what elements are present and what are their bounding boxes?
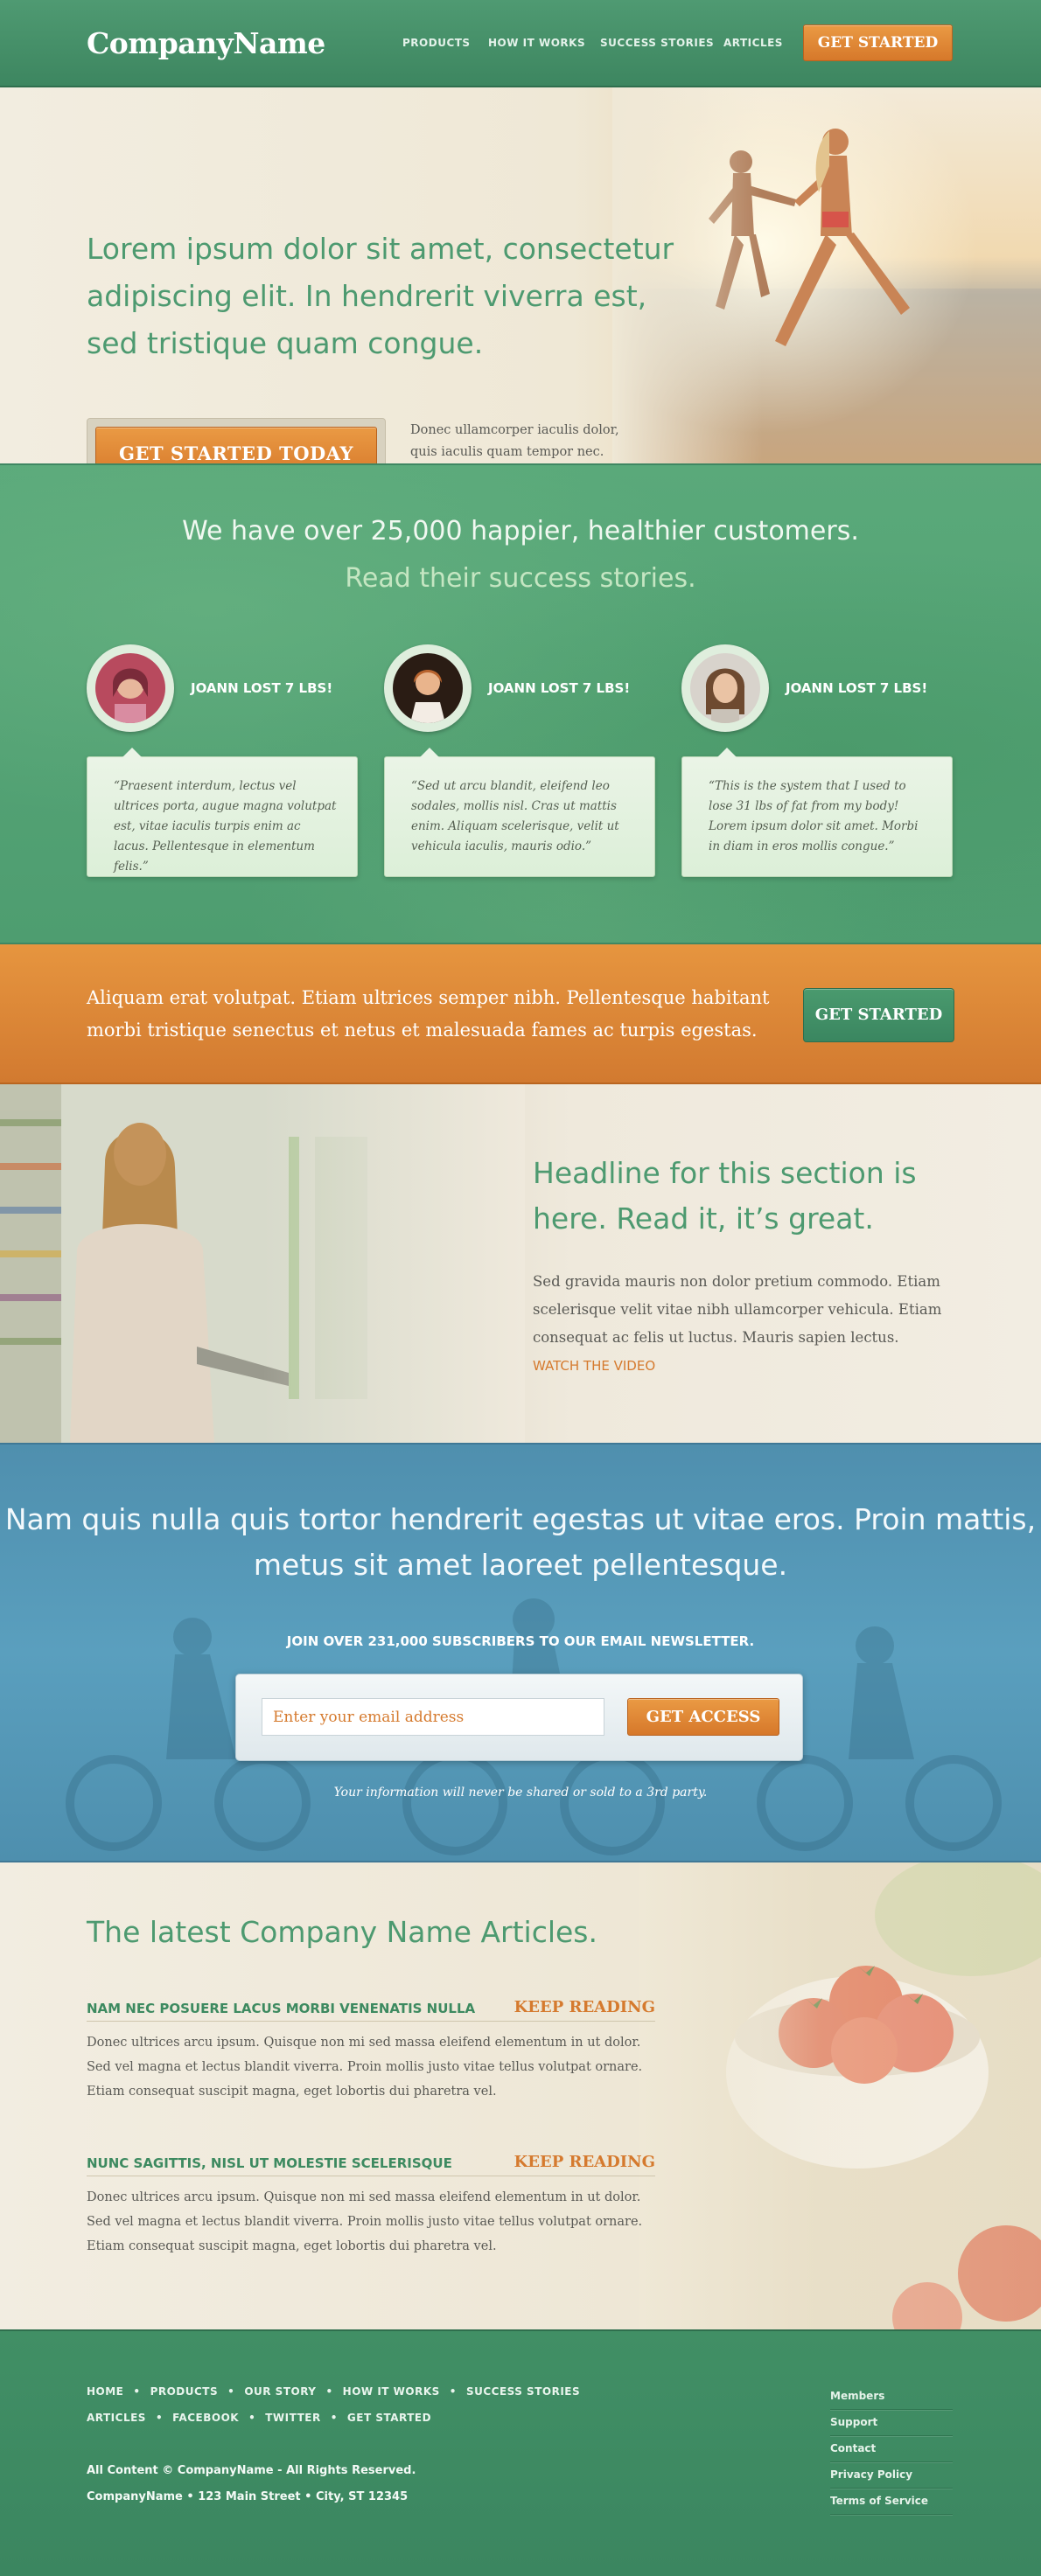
keep-reading-link[interactable]: KEEP READING <box>514 1998 655 2016</box>
footer-nav-products[interactable]: PRODUCTS <box>150 2385 219 2398</box>
nav-products[interactable]: PRODUCTS <box>402 37 471 49</box>
email-input[interactable] <box>262 1698 604 1736</box>
testimonial-1: JOANN LOST 7 LBS! “Praesent interdum, le… <box>87 644 358 877</box>
footer-nav-row-2: ARTICLES • FACEBOOK • TWITTER • GET STARTED <box>87 2412 431 2424</box>
separator: • <box>133 2385 141 2398</box>
newsletter-subtitle: JOIN OVER 231,000 SUBSCRIBERS TO OUR EMA… <box>286 1633 755 1649</box>
testimonials-heading: We have over 25,000 happier, healthier c… <box>182 516 859 547</box>
separator: • <box>330 2412 338 2424</box>
avatar-ring <box>681 644 769 732</box>
hero-section: Lorem ipsum dolor sit amet, consectetur … <box>0 87 1041 463</box>
cta-band: Aliquam erat volutpat. Etiam ultrices se… <box>0 944 1041 1084</box>
testimonial-name: JOANN LOST 7 LBS! <box>786 680 928 696</box>
articles-section: The latest Company Name Articles. NAM NE… <box>0 1862 1041 2329</box>
footer-nav-our-story[interactable]: OUR STORY <box>244 2385 316 2398</box>
articles-heading: The latest Company Name Articles. <box>87 1915 597 1949</box>
article-excerpt: Donec ultrices arcu ipsum. Quisque non m… <box>87 2190 643 2253</box>
watch-video-link[interactable]: WATCH THE VIDEO <box>533 1358 655 1374</box>
article-title[interactable]: NUNC SAGITTIS, NISL UT MOLESTIE SCELERIS… <box>87 2155 452 2171</box>
newsletter-form: GET ACCESS <box>235 1674 803 1761</box>
testimonials-subheading: Read their success stories. <box>345 563 696 594</box>
separator: • <box>248 2412 256 2424</box>
avatar <box>690 653 760 723</box>
footer-nav-success-stories[interactable]: SUCCESS STORIES <box>466 2385 580 2398</box>
avatar-ring <box>384 644 472 732</box>
address: CompanyName • 123 Main Street • City, ST… <box>87 2490 409 2503</box>
separator: • <box>155 2412 164 2424</box>
footer-nav-how-it-works[interactable]: HOW IT WORKS <box>343 2385 440 2398</box>
keep-reading-link[interactable]: KEEP READING <box>514 2153 655 2171</box>
testimonials-section: We have over 25,000 happier, healthier c… <box>0 463 1041 944</box>
video-section: Headline for this section is here. Read … <box>0 1084 1041 1443</box>
article-header: NUNC SAGITTIS, NISL UT MOLESTIE SCELERIS… <box>87 2152 655 2176</box>
article-item: NAM NEC POSUERE LACUS MORBI VENENATIS NU… <box>87 1997 655 2104</box>
hero-headline: Lorem ipsum dolor sit amet, consectetur … <box>87 232 674 360</box>
footer-nav-home[interactable]: HOME <box>87 2385 123 2398</box>
logo[interactable]: CompanyName <box>87 26 325 60</box>
footer-link-contact[interactable]: Contact <box>830 2436 953 2462</box>
avatar <box>393 653 463 723</box>
hero-cta-frame: GET STARTED TODAY <box>87 418 386 463</box>
footer-nav-get-started[interactable]: GET STARTED <box>347 2412 431 2424</box>
article-title[interactable]: NAM NEC POSUERE LACUS MORBI VENENATIS NU… <box>87 2001 475 2016</box>
video-headline: Headline for this section is here. Read … <box>533 1156 917 1236</box>
nav-how-it-works[interactable]: HOW IT WORKS <box>488 37 585 49</box>
nav-success-stories[interactable]: SUCCESS STORIES <box>600 37 714 49</box>
get-access-button[interactable]: GET ACCESS <box>627 1698 779 1736</box>
footer-nav-facebook[interactable]: FACEBOOK <box>172 2412 239 2424</box>
testimonial-name: JOANN LOST 7 LBS! <box>488 680 631 696</box>
cta-band-text: Aliquam erat volutpat. Etiam ultrices se… <box>87 987 770 1041</box>
testimonial-3: JOANN LOST 7 LBS! “This is the system th… <box>681 644 953 877</box>
video-text: Sed gravida mauris non dolor pretium com… <box>533 1268 944 1380</box>
testimonial-card: “Sed ut arcu blandit, eleifend leo sodal… <box>384 748 655 877</box>
footer-link-support[interactable]: Support <box>830 2410 953 2436</box>
footer-link-members[interactable]: Members <box>830 2384 953 2410</box>
band-get-started-button[interactable]: GET STARTED <box>803 988 954 1042</box>
article-excerpt: Donec ultrices arcu ipsum. Quisque non m… <box>87 2036 643 2099</box>
get-started-today-button[interactable]: GET STARTED TODAY <box>95 427 377 463</box>
separator: • <box>227 2385 235 2398</box>
site-footer: HOME • PRODUCTS • OUR STORY • HOW IT WORKS • SUC… <box>0 2329 1041 2576</box>
testimonial-quote: “Praesent interdum, lectus vel ultrices … <box>114 779 337 874</box>
avatar-ring <box>87 644 174 732</box>
footer-nav-twitter[interactable]: TWITTER <box>265 2412 320 2424</box>
separator: • <box>325 2385 333 2398</box>
avatar <box>95 653 165 723</box>
testimonial-2: JOANN LOST 7 LBS! “Sed ut arcu blandit, … <box>384 644 655 877</box>
testimonial-card: “Praesent interdum, lectus vel ultrices … <box>87 748 358 877</box>
footer-link-privacy-policy[interactable]: Privacy Policy <box>830 2462 953 2489</box>
testimonial-name: JOANN LOST 7 LBS! <box>191 680 333 696</box>
testimonial-quote: “Sed ut arcu blandit, eleifend leo sodal… <box>411 779 619 853</box>
privacy-note: Your information will never be shared or… <box>333 1786 708 1800</box>
newsletter-headline: Nam quis nulla quis tortor hendrerit ege… <box>4 1502 1037 1582</box>
header-get-started-button[interactable]: GET STARTED <box>803 24 953 61</box>
nav-articles[interactable]: ARTICLES <box>723 37 783 49</box>
grocery-store-photo <box>0 1084 525 1443</box>
footer-nav-articles[interactable]: ARTICLES <box>87 2412 146 2424</box>
article-item: NUNC SAGITTIS, NISL UT MOLESTIE SCELERIS… <box>87 2152 655 2259</box>
footer-links: Members Support Contact Privacy Policy T… <box>830 2384 953 2515</box>
testimonial-quote: “This is the system that I used to lose … <box>709 779 919 853</box>
separator: • <box>449 2385 457 2398</box>
newsletter-section: Nam quis nulla quis tortor hendrerit ege… <box>0 1443 1041 1862</box>
copyright: All Content © CompanyName - All Rights R… <box>87 2464 416 2477</box>
hero-subtext: Donec ullamcorper iaculis dolor, quis ia… <box>410 423 619 459</box>
article-header: NAM NEC POSUERE LACUS MORBI VENENATIS NU… <box>87 1997 655 2022</box>
site-header: CompanyName PRODUCTS HOW IT WORKS SUCCES… <box>0 0 1041 87</box>
footer-nav-row-1: HOME • PRODUCTS • OUR STORY • HOW IT WORKS • SUC… <box>87 2385 580 2398</box>
footer-link-terms-of-service[interactable]: Terms of Service <box>830 2489 953 2515</box>
testimonial-card: “This is the system that I used to lose … <box>681 748 953 877</box>
video-body: Sed gravida mauris non dolor pretium com… <box>533 1273 942 1346</box>
tomatoes-photo <box>639 1862 1041 2329</box>
